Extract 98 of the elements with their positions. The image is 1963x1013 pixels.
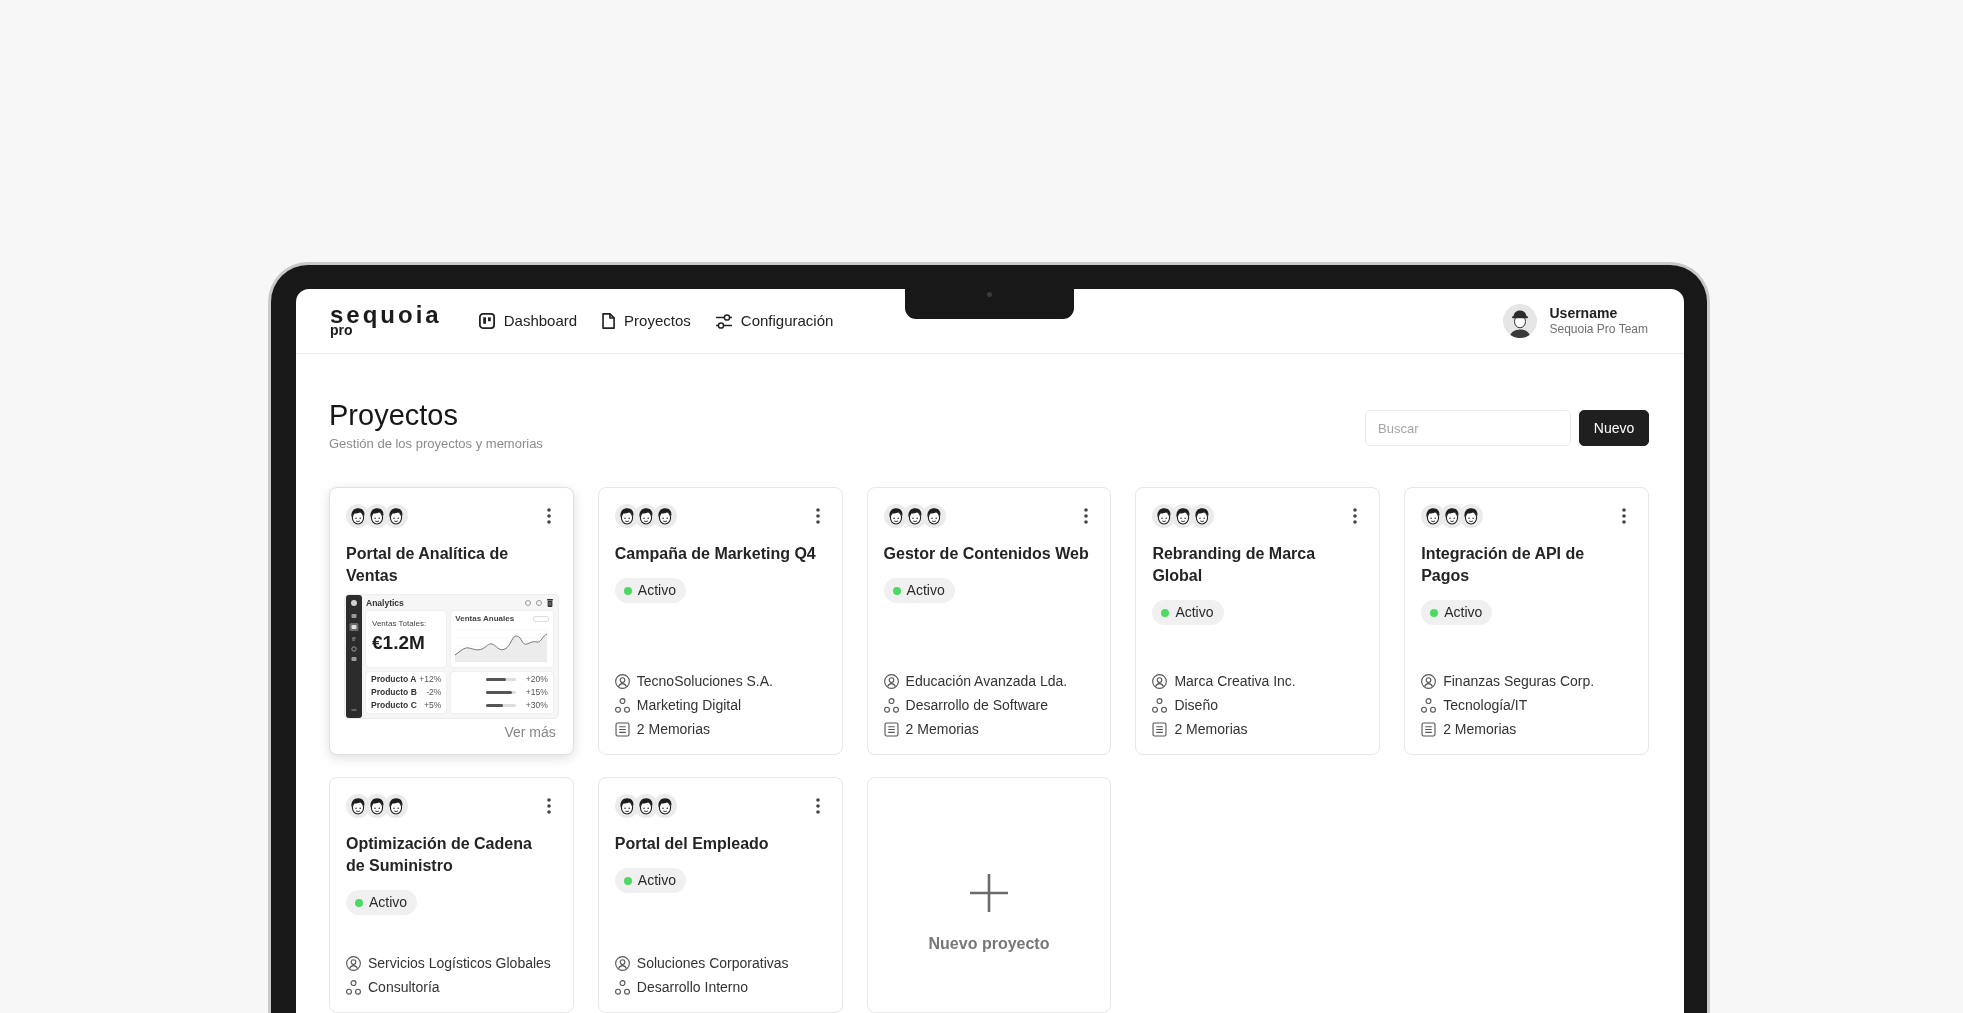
client-name: Educación Avanzada Lda. [905,671,1068,691]
team-name: Sequoia Pro Team [1549,322,1648,337]
user-circle-icon [346,955,361,971]
status-label: Activo [1444,603,1483,622]
memory-count: 2 Memorias [636,719,710,739]
circles-icon [614,979,630,995]
project-card[interactable]: Campaña de Marketing Q4 Activo TecnoSoluciones S.A. Marketing Digital 2 Memorias [597,487,843,755]
avatar-icon [1459,504,1484,528]
page-title: Proyectos [329,398,459,432]
circles-icon [346,979,361,995]
department-name: Desarrollo de Software [905,695,1048,715]
project-title: Integración de API de Pagos [1421,544,1586,586]
client-name: Marca Creativa Inc. [1174,671,1296,691]
file-icon [602,313,616,329]
department-name: Consultoría [368,977,440,997]
circle-icon [535,600,542,606]
more-options-icon[interactable] [1622,508,1626,524]
project-title: Rebranding de Marca Global [1152,544,1317,586]
user-circle-icon [1421,673,1437,689]
more-options-icon[interactable] [1353,508,1358,524]
logo-suffix: pro [330,323,353,337]
user-circle-icon [614,955,630,971]
more-options-icon[interactable] [815,798,820,814]
document-icon [1421,721,1437,737]
nav-link[interactable]: Configuración [715,309,834,333]
sliders-icon [715,313,732,329]
nav-link[interactable]: Proyectos [602,309,691,333]
more-options-icon[interactable] [1084,508,1089,524]
status-label: Activo [637,871,676,890]
search-field[interactable]: Buscar [1365,410,1571,446]
project-title: Campaña de Marketing Q4 [614,544,817,564]
memory-count: 2 Memorias [1443,719,1517,739]
status-label: Activo [369,893,408,912]
circles-icon [883,697,899,713]
memory-count: 2 Memorias [905,719,979,739]
document-icon [614,721,630,737]
project-title: Gestor de Contenidos Web [883,544,1090,564]
department-name: Marketing Digital [636,695,742,715]
user-circle-icon [883,673,899,689]
circles-icon [1152,697,1168,713]
memory-count: 2 Memorias [1174,719,1248,739]
user-circle-icon [1152,673,1168,689]
department-name: Desarrollo Interno [636,977,749,997]
avatar-icon [384,794,408,818]
status-label: Activo [1175,603,1214,622]
progress-reading: +15% [525,687,548,698]
page-subtitle: Gestión de los proyectos y memorias [329,435,543,453]
status-label: Activo [637,581,676,600]
kpi-value: €1.2M [372,632,426,653]
department-name: Tecnología/IT [1443,695,1528,715]
product-name: Producto B [371,687,417,698]
view-more-link[interactable]: Ver más [504,723,556,741]
bin-icon [546,599,553,607]
camera-icon [987,292,992,297]
product-change: +12% [419,674,442,685]
avatar-icon[interactable] [1503,304,1538,338]
project-card[interactable]: Portal de Analítica de Ventas Analytics Ventas Totales: €1.2M Ventas Anuales Producto A +12% Producto B -2% Producto C +5% +20% +15% +30% Ver más [329,487,574,755]
new-button[interactable]: Nuevo [1579,410,1649,446]
chart-title: Ventas Anuales [455,613,515,624]
client-name: TecnoSoluciones S.A. [636,671,773,691]
nav-link[interactable]: Dashboard [478,309,578,333]
project-card[interactable]: Optimización de Cadena de Suministro Activo Servicios Logísticos Globales Consultoría [329,777,574,1013]
project-title: Optimización de Cadena de Suministro [346,834,533,876]
avatar-icon [384,504,408,528]
client-name: Finanzas Seguras Corp. [1443,671,1595,691]
client-name: Soluciones Corporativas [636,953,789,973]
new-project-card[interactable]: Nuevo proyecto [866,777,1112,1013]
product-change: +5% [424,700,442,711]
department-name: Diseño [1174,695,1218,715]
product-change: -2% [426,687,442,698]
status-label: Activo [906,581,945,600]
project-card[interactable]: Integración de API de Pagos Activo Finanzas Seguras Corp. Tecnología/IT 2 Memorias [1404,487,1649,755]
circle-icon [524,600,531,606]
progress-reading: +30% [525,700,548,711]
dropdown-control [532,615,549,622]
user-name: Username [1549,305,1619,322]
document-icon [883,721,899,737]
more-options-icon[interactable] [815,508,820,524]
document-icon [1152,721,1168,737]
progress-reading: +20% [525,674,548,685]
product-name: Producto C [371,700,417,711]
more-options-icon[interactable] [546,508,551,524]
kpi-label: Ventas Totales: [372,619,428,629]
more-options-icon[interactable] [546,798,551,814]
circles-icon [614,697,630,713]
board-icon [478,313,495,329]
product-name: Producto A [371,674,417,685]
circles-icon [1421,697,1437,713]
plus-icon [970,874,1008,912]
project-card[interactable]: Gestor de Contenidos Web Activo Educación Avanzada Lda. Desarrollo de Software 2 Memorias [866,487,1112,755]
client-name: Servicios Logísticos Globales [368,953,551,973]
app-title: Analytics [366,598,404,608]
user-circle-icon [614,673,630,689]
project-card[interactable]: Rebranding de Marca Global Activo Marca Creativa Inc. Diseño 2 Memorias [1135,487,1381,755]
project-title: Portal de Analítica de Ventas [346,544,510,586]
project-card[interactable]: Portal del Empleado Activo Soluciones Corporativas Desarrollo Interno [597,777,843,1013]
avatar-icon [1190,504,1215,528]
project-title: Portal del Empleado [614,834,770,854]
